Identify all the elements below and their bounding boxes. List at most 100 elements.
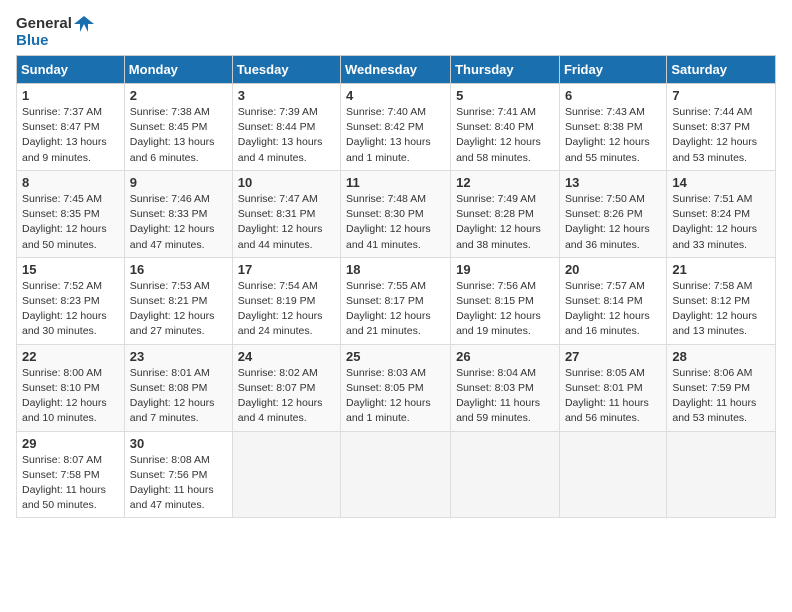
day-info: Sunrise: 7:55 AMSunset: 8:17 PMDaylight:…: [346, 279, 445, 340]
day-number: 10: [238, 175, 335, 190]
day-info: Sunrise: 7:51 AMSunset: 8:24 PMDaylight:…: [672, 192, 770, 253]
day-number: 7: [672, 88, 770, 103]
day-info: Sunrise: 8:00 AMSunset: 8:10 PMDaylight:…: [22, 366, 119, 427]
day-number: 28: [672, 349, 770, 364]
calendar-week-row: 22 Sunrise: 8:00 AMSunset: 8:10 PMDayligh…: [17, 344, 776, 431]
calendar-cell: 5 Sunrise: 7:41 AMSunset: 8:40 PMDaylight…: [451, 84, 560, 171]
calendar-cell: 25 Sunrise: 8:03 AMSunset: 8:05 PMDayligh…: [341, 344, 451, 431]
calendar-cell: 12 Sunrise: 7:49 AMSunset: 8:28 PMDayligh…: [451, 170, 560, 257]
calendar-cell: [232, 431, 340, 518]
calendar-cell: 22 Sunrise: 8:00 AMSunset: 8:10 PMDayligh…: [17, 344, 125, 431]
day-number: 29: [22, 436, 119, 451]
page-header: General Blue: [16, 16, 776, 49]
day-info: Sunrise: 7:50 AMSunset: 8:26 PMDaylight:…: [565, 192, 661, 253]
day-number: 16: [130, 262, 227, 277]
day-info: Sunrise: 7:45 AMSunset: 8:35 PMDaylight:…: [22, 192, 119, 253]
calendar-cell: 19Sunrise: 7:56 AMSunset: 8:15 PMDayligh…: [451, 257, 560, 344]
day-info: Sunrise: 7:49 AMSunset: 8:28 PMDaylight:…: [456, 192, 554, 253]
day-number: 6: [565, 88, 661, 103]
calendar-cell: 8 Sunrise: 7:45 AMSunset: 8:35 PMDaylight…: [17, 170, 125, 257]
day-info: Sunrise: 7:39 AMSunset: 8:44 PMDaylight:…: [238, 105, 335, 166]
logo-text-blue: Blue: [16, 33, 49, 50]
day-info: Sunrise: 7:43 AMSunset: 8:38 PMDaylight:…: [565, 105, 661, 166]
day-info: Sunrise: 7:40 AMSunset: 8:42 PMDaylight:…: [346, 105, 445, 166]
day-number: 14: [672, 175, 770, 190]
weekday-header-friday: Friday: [559, 56, 666, 84]
calendar-cell: 1Sunrise: 7:37 AMSunset: 8:47 PMDaylight…: [17, 84, 125, 171]
calendar-cell: 18 Sunrise: 7:55 AMSunset: 8:17 PMDayligh…: [341, 257, 451, 344]
day-info: Sunrise: 8:08 AMSunset: 7:56 PMDaylight:…: [130, 453, 227, 514]
logo-container: General Blue: [16, 16, 94, 49]
calendar-week-row: 8 Sunrise: 7:45 AMSunset: 8:35 PMDaylight…: [17, 170, 776, 257]
calendar-cell: 21Sunrise: 7:58 AMSunset: 8:12 PMDayligh…: [667, 257, 776, 344]
day-number: 20: [565, 262, 661, 277]
weekday-header-row: SundayMondayTuesdayWednesdayThursdayFrid…: [17, 56, 776, 84]
day-info: Sunrise: 8:06 AMSunset: 7:59 PMDaylight:…: [672, 366, 770, 427]
day-info: Sunrise: 7:57 AMSunset: 8:14 PMDaylight:…: [565, 279, 661, 340]
day-number: 30: [130, 436, 227, 451]
day-info: Sunrise: 8:03 AMSunset: 8:05 PMDaylight:…: [346, 366, 445, 427]
day-info: Sunrise: 7:37 AMSunset: 8:47 PMDaylight:…: [22, 105, 119, 166]
logo-bird-icon: [74, 16, 94, 32]
logo: General Blue: [16, 16, 94, 49]
day-info: Sunrise: 7:44 AMSunset: 8:37 PMDaylight:…: [672, 105, 770, 166]
calendar-cell: [559, 431, 666, 518]
calendar-cell: 15 Sunrise: 7:52 AMSunset: 8:23 PMDayligh…: [17, 257, 125, 344]
weekday-header-saturday: Saturday: [667, 56, 776, 84]
calendar-cell: 14 Sunrise: 7:51 AMSunset: 8:24 PMDayligh…: [667, 170, 776, 257]
day-info: Sunrise: 7:38 AMSunset: 8:45 PMDaylight:…: [130, 105, 227, 166]
calendar-cell: [341, 431, 451, 518]
calendar-cell: 20 Sunrise: 7:57 AMSunset: 8:14 PMDayligh…: [559, 257, 666, 344]
calendar-cell: 4 Sunrise: 7:40 AMSunset: 8:42 PMDaylight…: [341, 84, 451, 171]
calendar-cell: 26 Sunrise: 8:04 AMSunset: 8:03 PMDayligh…: [451, 344, 560, 431]
day-info: Sunrise: 7:54 AMSunset: 8:19 PMDaylight:…: [238, 279, 335, 340]
calendar-cell: 13Sunrise: 7:50 AMSunset: 8:26 PMDayligh…: [559, 170, 666, 257]
day-info: Sunrise: 7:48 AMSunset: 8:30 PMDaylight:…: [346, 192, 445, 253]
calendar-cell: 17 Sunrise: 7:54 AMSunset: 8:19 PMDayligh…: [232, 257, 340, 344]
day-info: Sunrise: 7:58 AMSunset: 8:12 PMDaylight:…: [672, 279, 770, 340]
day-info: Sunrise: 7:52 AMSunset: 8:23 PMDaylight:…: [22, 279, 119, 340]
calendar-cell: [667, 431, 776, 518]
calendar-cell: 24 Sunrise: 8:02 AMSunset: 8:07 PMDayligh…: [232, 344, 340, 431]
weekday-header-sunday: Sunday: [17, 56, 125, 84]
logo-text-general: General: [16, 16, 72, 33]
day-number: 4: [346, 88, 445, 103]
day-number: 24: [238, 349, 335, 364]
day-number: 18: [346, 262, 445, 277]
calendar-cell: 7 Sunrise: 7:44 AMSunset: 8:37 PMDaylight…: [667, 84, 776, 171]
calendar-table: SundayMondayTuesdayWednesdayThursdayFrid…: [16, 55, 776, 518]
day-number: 11: [346, 175, 445, 190]
calendar-cell: 9Sunrise: 7:46 AMSunset: 8:33 PMDaylight…: [124, 170, 232, 257]
weekday-header-tuesday: Tuesday: [232, 56, 340, 84]
day-number: 26: [456, 349, 554, 364]
day-info: Sunrise: 7:41 AMSunset: 8:40 PMDaylight:…: [456, 105, 554, 166]
day-number: 8: [22, 175, 119, 190]
day-info: Sunrise: 8:02 AMSunset: 8:07 PMDaylight:…: [238, 366, 335, 427]
day-number: 2: [130, 88, 227, 103]
calendar-cell: 10 Sunrise: 7:47 AMSunset: 8:31 PMDayligh…: [232, 170, 340, 257]
day-number: 22: [22, 349, 119, 364]
calendar-cell: 28 Sunrise: 8:06 AMSunset: 7:59 PMDayligh…: [667, 344, 776, 431]
day-number: 25: [346, 349, 445, 364]
calendar-cell: 27Sunrise: 8:05 AMSunset: 8:01 PMDayligh…: [559, 344, 666, 431]
day-info: Sunrise: 8:04 AMSunset: 8:03 PMDaylight:…: [456, 366, 554, 427]
calendar-cell: 29 Sunrise: 8:07 AMSunset: 7:58 PMDayligh…: [17, 431, 125, 518]
day-number: 12: [456, 175, 554, 190]
day-info: Sunrise: 8:05 AMSunset: 8:01 PMDaylight:…: [565, 366, 661, 427]
calendar-week-row: 15 Sunrise: 7:52 AMSunset: 8:23 PMDayligh…: [17, 257, 776, 344]
day-info: Sunrise: 7:46 AMSunset: 8:33 PMDaylight:…: [130, 192, 227, 253]
day-info: Sunrise: 7:53 AMSunset: 8:21 PMDaylight:…: [130, 279, 227, 340]
day-number: 5: [456, 88, 554, 103]
calendar-week-row: 1Sunrise: 7:37 AMSunset: 8:47 PMDaylight…: [17, 84, 776, 171]
day-info: Sunrise: 7:47 AMSunset: 8:31 PMDaylight:…: [238, 192, 335, 253]
day-number: 15: [22, 262, 119, 277]
day-number: 17: [238, 262, 335, 277]
weekday-header-monday: Monday: [124, 56, 232, 84]
weekday-header-wednesday: Wednesday: [341, 56, 451, 84]
day-info: Sunrise: 8:07 AMSunset: 7:58 PMDaylight:…: [22, 453, 119, 514]
day-number: 3: [238, 88, 335, 103]
weekday-header-thursday: Thursday: [451, 56, 560, 84]
calendar-cell: 6 Sunrise: 7:43 AMSunset: 8:38 PMDaylight…: [559, 84, 666, 171]
calendar-cell: 23Sunrise: 8:01 AMSunset: 8:08 PMDayligh…: [124, 344, 232, 431]
calendar-cell: 3 Sunrise: 7:39 AMSunset: 8:44 PMDaylight…: [232, 84, 340, 171]
